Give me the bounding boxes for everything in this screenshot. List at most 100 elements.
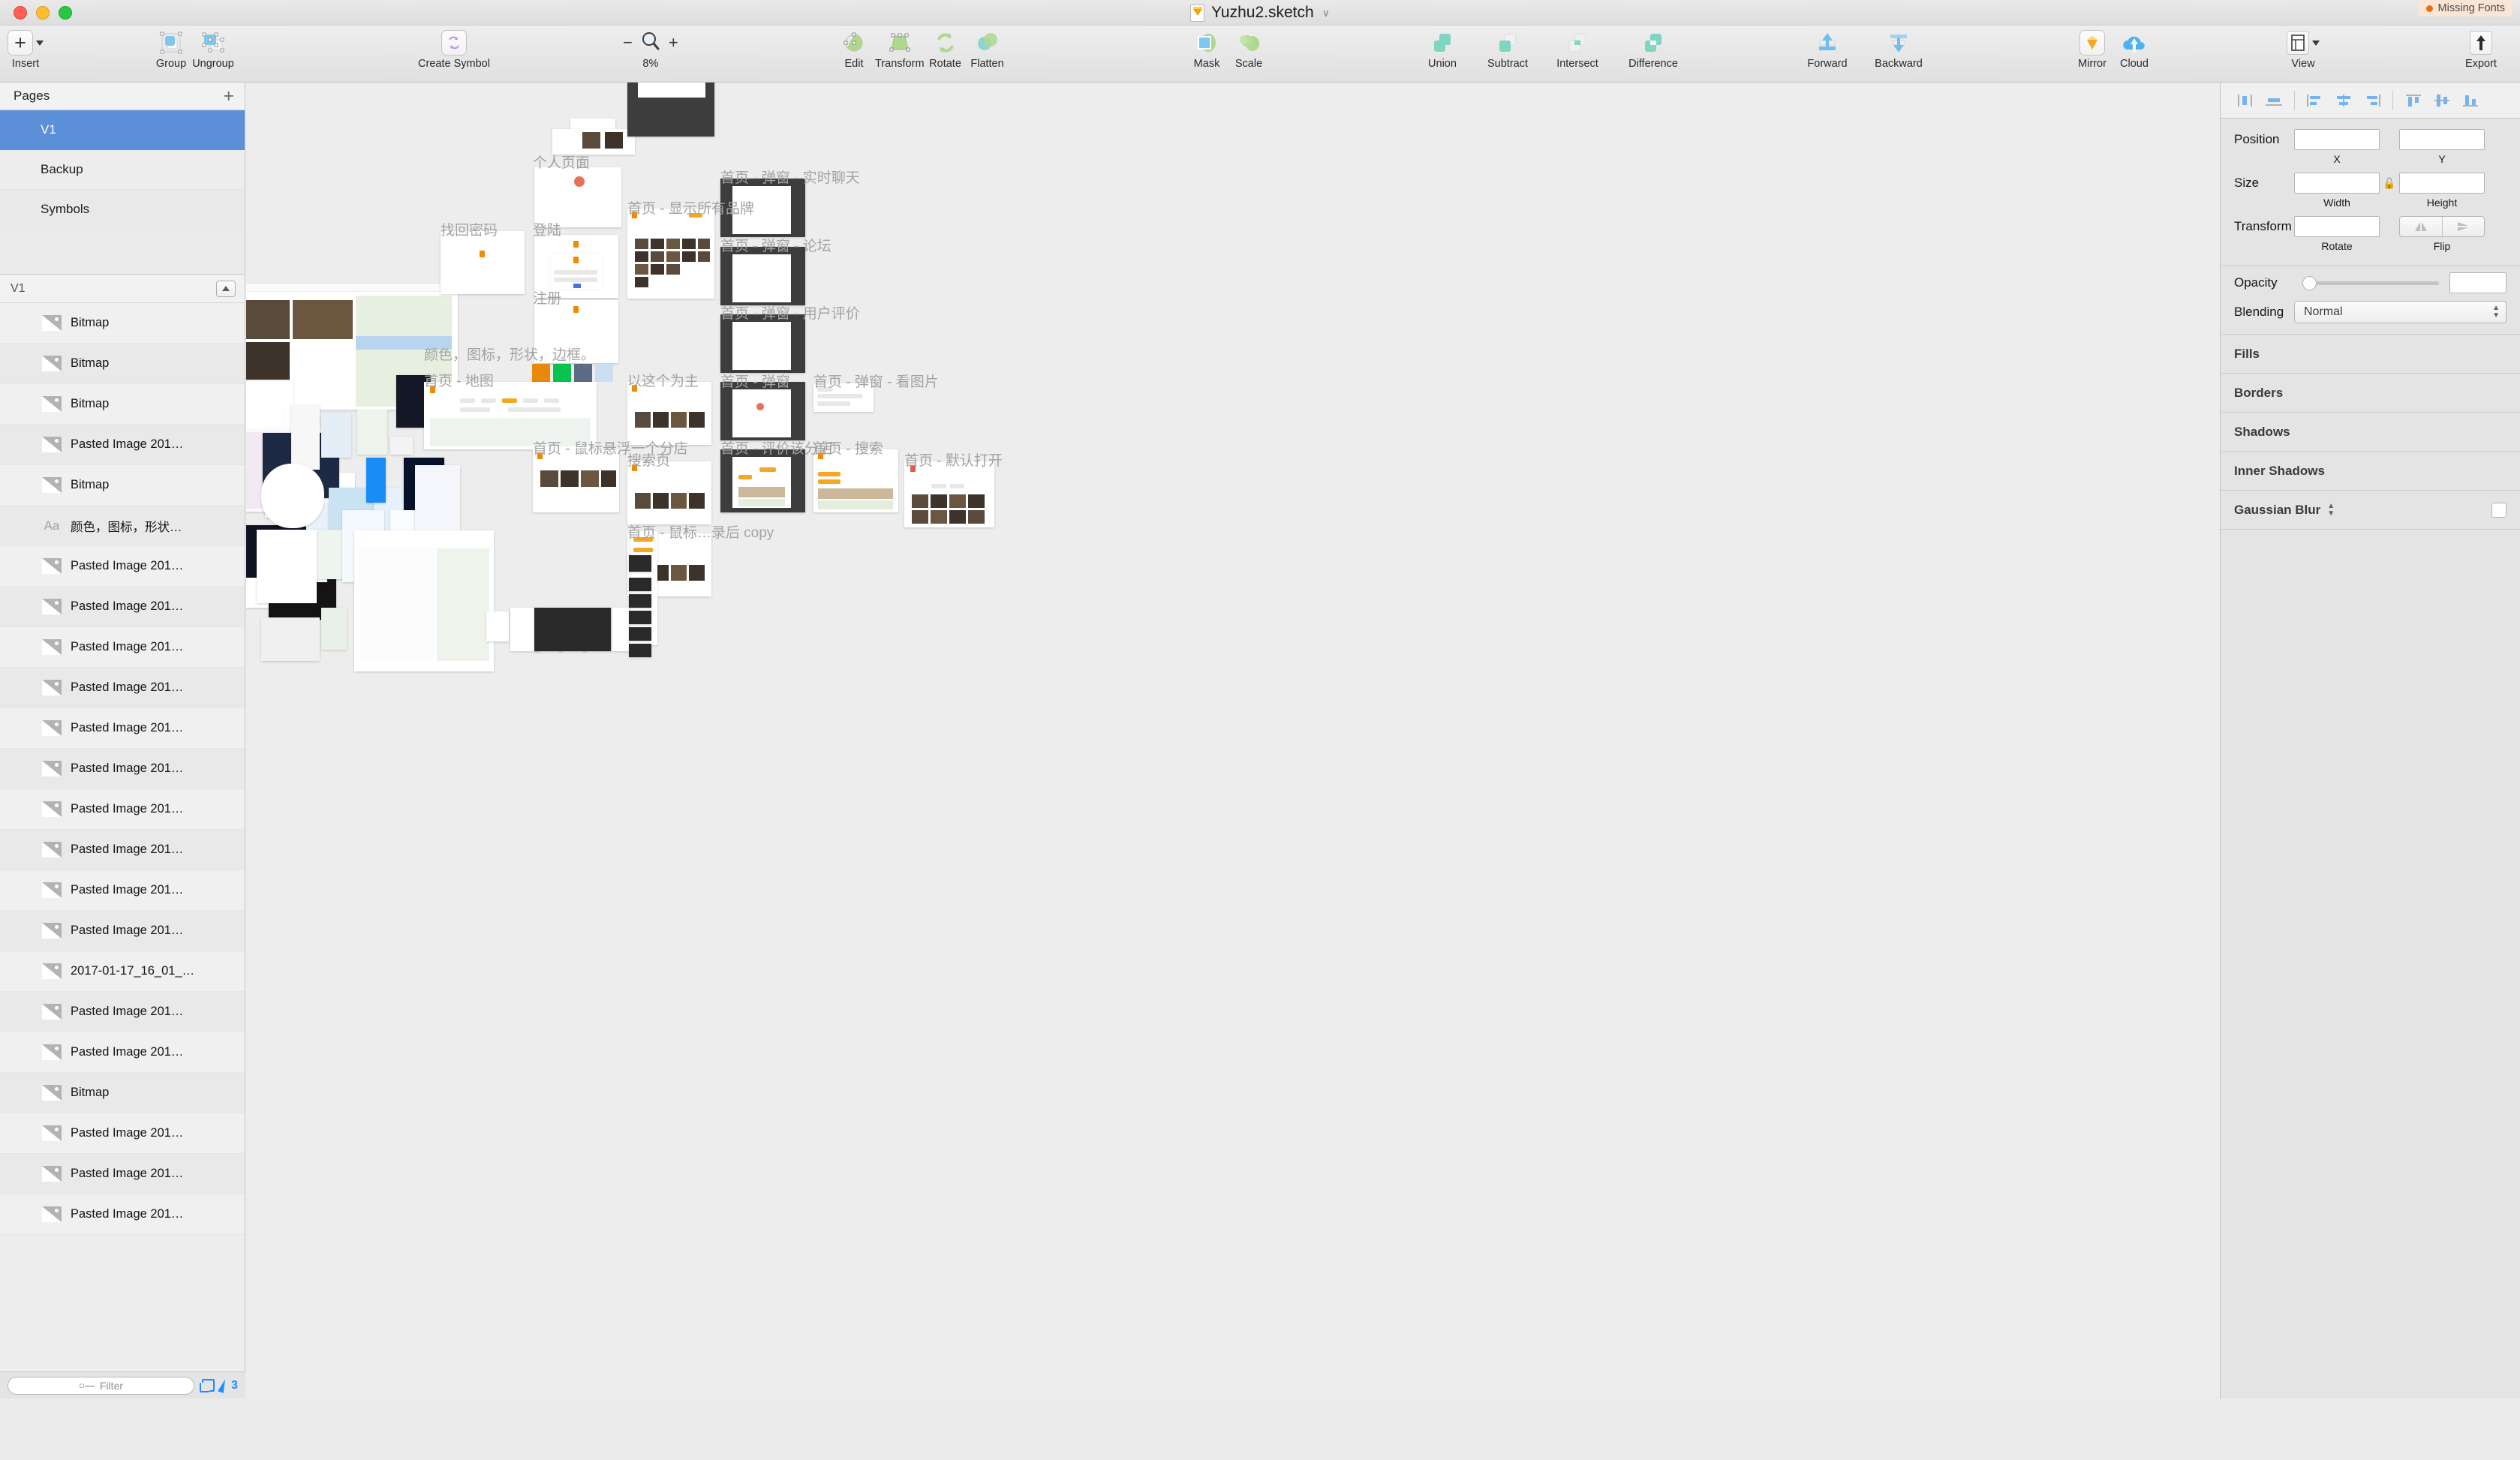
- artboard-thumb[interactable]: [246, 380, 293, 432]
- list-item[interactable]: Pasted Image 201…: [0, 992, 245, 1032]
- artboard-thumb[interactable]: [552, 129, 635, 155]
- sidebar-page-backup[interactable]: Backup: [0, 150, 245, 190]
- stepper-updown-icon[interactable]: ▲▼: [2492, 305, 2500, 319]
- duplicate-icon[interactable]: [202, 1379, 215, 1392]
- artboard-label[interactable]: 以这个为主: [627, 370, 699, 390]
- artboard-thumb[interactable]: [321, 608, 347, 650]
- toolbar-export-button[interactable]: Export: [2446, 26, 2515, 70]
- swatch-green[interactable]: [553, 364, 571, 382]
- chevron-down-icon[interactable]: [36, 41, 44, 46]
- toolbar-mask-button[interactable]: Mask: [1186, 26, 1228, 70]
- artboard-label[interactable]: 首页 - 鼠标…录后 copy: [627, 521, 774, 542]
- artboard-thumb[interactable]: [629, 627, 651, 641]
- artboard-thumb[interactable]: [415, 465, 460, 540]
- pen-icon[interactable]: [218, 1378, 228, 1393]
- list-item[interactable]: Pasted Image 201…: [0, 911, 245, 951]
- toolbar-subtract-button[interactable]: Subtract: [1474, 26, 1541, 70]
- list-item[interactable]: Pasted Image 201…: [0, 425, 245, 465]
- position-y-input[interactable]: [2399, 129, 2485, 150]
- list-item[interactable]: Bitmap: [0, 344, 245, 384]
- artboard-thumb[interactable]: [261, 464, 324, 528]
- artboard-home-popup-reviews[interactable]: [720, 314, 805, 373]
- toolbar-rotate-button[interactable]: Rotate: [925, 26, 967, 70]
- opacity-input[interactable]: [2449, 272, 2506, 293]
- artboard-thumb[interactable]: [629, 578, 651, 591]
- artboard-home-hover-store[interactable]: [533, 449, 619, 512]
- artboard-thumb[interactable]: [629, 644, 651, 657]
- list-item[interactable]: Pasted Image 201…: [0, 546, 245, 587]
- align-bottom-icon[interactable]: [2456, 89, 2485, 112]
- artboard-label[interactable]: 首页 - 搜索: [813, 437, 883, 458]
- artboard-label[interactable]: 首页 - 默认打开: [904, 449, 1003, 470]
- align-right-edge-icon[interactable]: [2358, 89, 2386, 112]
- list-item[interactable]: Pasted Image 201…: [0, 627, 245, 668]
- toolbar-union-button[interactable]: Union: [1411, 26, 1474, 70]
- toolbar-flatten-button[interactable]: Flatten: [967, 26, 1009, 70]
- align-left-edge-icon[interactable]: [2301, 89, 2329, 112]
- artboard-thumb[interactable]: [261, 617, 320, 661]
- search-input[interactable]: ○— Filter: [8, 1377, 194, 1395]
- toolbar-cloud-button[interactable]: Cloud: [2113, 26, 2155, 70]
- artboard-login[interactable]: [534, 167, 621, 227]
- shadows-section[interactable]: Shadows: [2221, 413, 2520, 452]
- toolbar-ungroup-button[interactable]: Ungroup: [192, 26, 234, 70]
- toolbar-scale-button[interactable]: Scale: [1228, 26, 1270, 70]
- sidebar-page-v1[interactable]: V1: [0, 110, 245, 150]
- artboard-home-default[interactable]: [904, 461, 994, 527]
- artboard-thumb[interactable]: [582, 608, 611, 651]
- layer-list[interactable]: BitmapBitmapBitmapPasted Image 201…Bitma…: [0, 303, 245, 1460]
- toolbar-forward-button[interactable]: Forward: [1794, 26, 1861, 70]
- artboard-home-search[interactable]: [813, 449, 898, 512]
- flip-horizontal-icon[interactable]: [2400, 217, 2442, 236]
- position-x-input[interactable]: [2294, 129, 2380, 150]
- toolbar-mirror-button[interactable]: Mirror: [2071, 26, 2113, 70]
- flip-vertical-icon[interactable]: [2442, 217, 2485, 236]
- align-top-icon[interactable]: [2399, 89, 2428, 112]
- artboard-thumb[interactable]: [629, 611, 651, 624]
- artboard-label[interactable]: 首页 - 弹窗: [720, 371, 790, 391]
- toolbar-edit-button[interactable]: Edit: [833, 26, 875, 70]
- list-item[interactable]: Pasted Image 201…: [0, 708, 245, 749]
- artboard-label[interactable]: 首页 - 弹窗 - 论坛: [720, 235, 831, 255]
- swatch-slate[interactable]: [574, 364, 592, 382]
- stepper-updown-icon[interactable]: ▲▼: [2327, 503, 2335, 517]
- artboard-thumb[interactable]: [627, 83, 714, 137]
- toolbar-create-symbol-button[interactable]: Create Symbol: [398, 26, 510, 70]
- opacity-slider[interactable]: [2305, 281, 2439, 285]
- blending-select[interactable]: Normal ▲▼: [2294, 301, 2506, 323]
- size-height-input[interactable]: [2399, 173, 2485, 194]
- add-page-button[interactable]: +: [223, 87, 234, 106]
- toolbar-difference-button[interactable]: Difference: [1613, 26, 1693, 70]
- list-item[interactable]: Bitmap: [0, 465, 245, 506]
- swatch-orange[interactable]: [532, 364, 550, 382]
- list-item[interactable]: Pasted Image 201…: [0, 1194, 245, 1235]
- artboard-thumb[interactable]: [486, 611, 509, 641]
- toolbar-intersect-button[interactable]: Intersect: [1541, 26, 1613, 70]
- toolbar-insert-button[interactable]: + Insert: [5, 26, 47, 70]
- artboard-thumb[interactable]: [257, 530, 317, 603]
- zoom-level-label[interactable]: 8%: [642, 58, 658, 70]
- rotate-input[interactable]: [2294, 216, 2380, 237]
- list-item[interactable]: Pasted Image 201…: [0, 668, 245, 708]
- artboard-forgot-password[interactable]: [441, 231, 525, 294]
- zoom-out-button[interactable]: −: [623, 35, 633, 51]
- artboard-search-page[interactable]: [627, 461, 711, 524]
- artboard-home-all-brands[interactable]: [627, 209, 714, 299]
- artboard-thumb[interactable]: [291, 405, 320, 470]
- artboard-label[interactable]: 搜索页: [627, 449, 670, 470]
- artboard-label[interactable]: 首页 - 显示所有品牌: [627, 197, 754, 218]
- list-item[interactable]: 2017-01-17_16_01_…: [0, 951, 245, 992]
- artboard-thumb[interactable]: [321, 413, 351, 458]
- missing-fonts-badge[interactable]: Missing Fonts: [2419, 0, 2512, 17]
- size-width-input[interactable]: [2294, 173, 2380, 194]
- artboard-thumb[interactable]: [629, 594, 651, 608]
- artboard-label[interactable]: 首页 - 弹窗 - 实时聊天: [720, 167, 860, 187]
- toolbar-group-button[interactable]: Group: [150, 26, 192, 70]
- artboard-thumb[interactable]: [357, 410, 387, 455]
- sidebar-page-symbols[interactable]: Symbols: [0, 190, 245, 230]
- zoom-in-button[interactable]: +: [669, 35, 678, 51]
- list-item[interactable]: Pasted Image 201…: [0, 789, 245, 830]
- toolbar-transform-button[interactable]: Transform: [875, 26, 925, 70]
- artboard-thumb[interactable]: [629, 555, 651, 572]
- align-left-icon[interactable]: [2231, 89, 2260, 112]
